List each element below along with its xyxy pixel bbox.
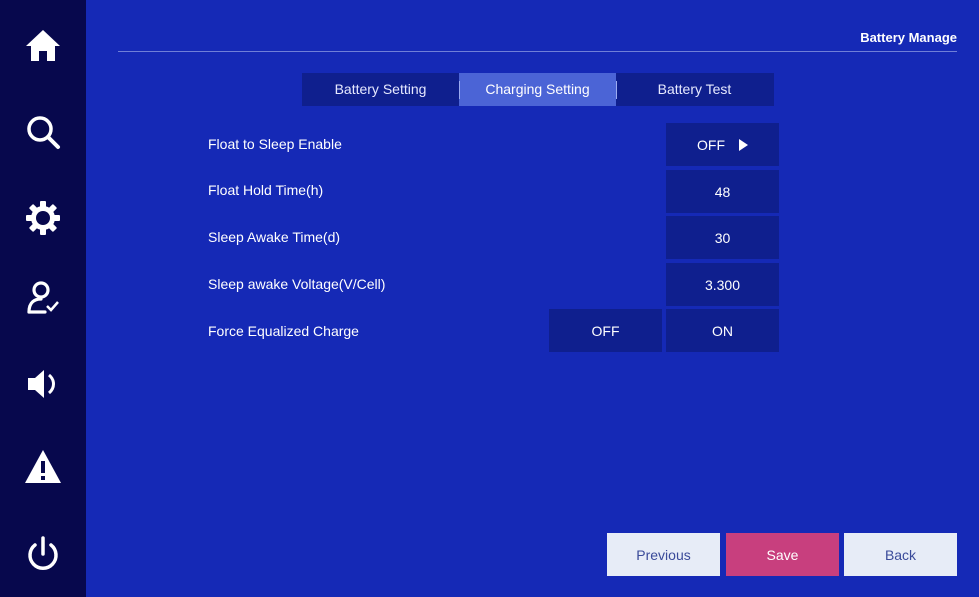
sidebar-item-settings[interactable]	[0, 188, 86, 248]
save-button[interactable]: Save	[726, 533, 839, 576]
sleep-awake-voltage-input[interactable]: 3.300	[666, 263, 779, 306]
force-equalized-off-button[interactable]: OFF	[549, 309, 662, 352]
sidebar-item-power[interactable]	[0, 524, 86, 584]
user-check-icon	[27, 281, 59, 314]
float-to-sleep-label: Float to Sleep Enable	[208, 136, 342, 152]
force-equalized-on-button[interactable]: ON	[666, 309, 779, 352]
sidebar	[0, 0, 86, 597]
sidebar-item-home[interactable]	[0, 15, 86, 75]
play-arrow-icon	[739, 138, 748, 151]
tab-bar: Battery Setting Charging Setting Battery…	[302, 73, 774, 106]
home-icon	[26, 30, 60, 61]
tab-charging-setting[interactable]: Charging Setting	[459, 73, 616, 106]
sleep-awake-voltage-label: Sleep awake Voltage(V/Cell)	[208, 276, 386, 292]
float-hold-time-label: Float Hold Time(h)	[208, 182, 324, 198]
sidebar-item-alarm[interactable]	[0, 437, 86, 497]
back-button[interactable]: Back	[844, 533, 957, 576]
warning-icon	[25, 450, 61, 483]
main-panel: Battery Manage Battery Setting Charging …	[86, 0, 979, 597]
search-icon	[27, 116, 60, 149]
force-equalized-label: Force Equalized Charge	[208, 323, 359, 339]
speaker-icon	[28, 370, 55, 398]
page-title: Battery Manage	[860, 30, 957, 45]
sleep-awake-time-input[interactable]: 30	[666, 216, 779, 259]
float-to-sleep-value: OFF	[697, 136, 725, 153]
tab-battery-test[interactable]: Battery Test	[616, 73, 773, 106]
tab-battery-setting[interactable]: Battery Setting	[302, 73, 459, 106]
sidebar-item-sound[interactable]	[0, 354, 86, 414]
sidebar-item-user[interactable]	[0, 268, 86, 328]
header-divider	[118, 51, 957, 52]
previous-button[interactable]: Previous	[607, 533, 720, 576]
sleep-awake-time-label: Sleep Awake Time(d)	[208, 229, 341, 245]
float-hold-time-input[interactable]: 48	[666, 170, 779, 213]
power-icon	[28, 536, 58, 570]
float-to-sleep-select[interactable]: OFF	[666, 123, 779, 166]
sidebar-item-search[interactable]	[0, 102, 86, 162]
gear-icon	[26, 201, 60, 235]
